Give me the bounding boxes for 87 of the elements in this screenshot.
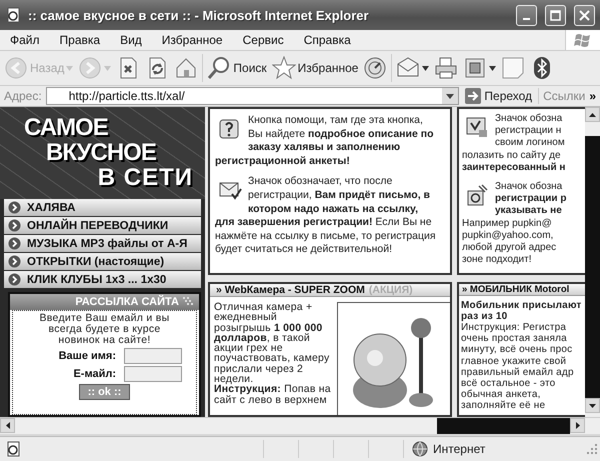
logo-text: ВКУСНОЕ [46,140,156,165]
panel-title: » WebКамера - SUPER ZOOM [216,284,365,296]
info-text: Значок обозна регистрации н своим логином [495,113,565,150]
info-text: Значок обозначает, что после регистрации, Вам придёт письмо, в котором надо нажать на ссылку, [248,175,430,216]
page-icon [6,441,22,457]
caret-right-icon [576,422,580,429]
more-links-button[interactable]: » [589,89,600,103]
caret-left-icon [6,422,10,429]
arrow-bullet-icon [8,201,21,214]
panel-text: Мобильник присылают раз из 10 Инструкция: Регистра очень простая заняла минуту, всё очень прос главное укажите свой правильный емайл адр всё остальное - это обычная анкета, заполняйте её не [461,300,582,411]
menu-item[interactable]: Вид [114,33,148,47]
minimize-icon [523,18,530,20]
arrow-right-icon [465,88,482,104]
note-icon [501,56,526,80]
scroll-up-button[interactable] [585,107,600,122]
logo-text: В СЕТИ [98,165,193,190]
caret-icon [66,66,74,70]
newsletter-title: РАССЫЛКА САЙТА [75,296,179,308]
menu-item[interactable]: Правка [54,33,106,47]
close-icon [579,10,590,20]
search-icon [207,56,232,80]
nav-link[interactable]: ХАЛЯВА [4,199,201,216]
minimize-button[interactable] [516,4,537,26]
input-field[interactable] [124,348,182,364]
panel-title: » МОБИЛЬНИК Motorol [462,284,570,296]
close-button[interactable] [574,4,595,26]
menu-item[interactable]: Избранное [156,33,229,47]
checkbox-icon [465,115,489,139]
info-text: для завершения регистрации! Если Вы не нажмёте на ссылку в письме, то регистрация будет считаться не действительной! [215,216,436,257]
field-label: Ваше имя: [58,350,116,362]
maximize-button[interactable] [545,4,566,26]
caret-icon [489,66,496,70]
newsletter-text: Введите Ваш емайл и вы всегда будете в курсе новинок на сайте! [38,313,170,346]
back-icon [4,56,28,80]
nav-link[interactable]: МУЗЫКА MP3 файлы от А-Я [4,235,201,252]
caret-icon [104,66,112,70]
info-text: регистрационной анкеты! [215,154,350,168]
menu-item[interactable]: Файл [4,33,46,47]
nav-link[interactable]: ОНЛАЙН ПЕРЕВОДЧИКИ [4,217,201,234]
nav-link[interactable]: КЛИК КЛУБЫ 1х3 ... 1х30 [4,271,201,288]
flag-logo-icon [574,32,592,48]
search-button[interactable]: Поиск [205,53,269,83]
arrow-bullet-icon [8,219,21,232]
nav-link[interactable]: ОТКРЫТКИ (настоящие) [4,253,201,270]
scroll-right-button[interactable] [570,418,585,433]
arrow-bullet-icon [8,273,21,286]
arrow-bullet-icon [8,255,21,268]
go-button[interactable]: Переход [463,88,540,104]
info-text: полазить по сайту де заинтересованный н [462,150,566,174]
printer-icon [434,56,458,80]
logo-text: САМОЕ [24,115,108,140]
window-title: :: самое вкусное в сети :: - Microsoft Internet Explorer [28,8,370,22]
favorites-button[interactable]: Избранное [270,53,360,83]
menu-item[interactable]: Справка [298,33,357,47]
resize-grip-icon [586,443,598,455]
maximize-icon [550,10,561,20]
zone-label: Интернет [433,442,486,456]
address-field[interactable]: http://particle.tts.lt/xal/ [46,87,460,105]
arrow-bullet-icon [8,237,21,250]
panel-tag: (АКЦИЯ) [368,284,413,296]
panel-text: Отличная камера + ежедневный розыгрышь 1 000 000 долларов, в такой акции грех не поучаствовать, камеру прислали через 2 недели. Инструкция: Попав на сайт с лево в верхнем [214,302,331,408]
window-icon [463,56,488,80]
input-field[interactable] [124,366,182,382]
info-text: Кнопка помощи, там где эта кнопка, Вы найдете подробное описание по заказу халявы и заполнению [248,114,434,155]
info-text: Значок обозна регистрации р указывать не [495,181,566,218]
star-icon [272,56,296,80]
dial-icon [363,56,388,80]
globe-icon [412,441,428,457]
dots-icon [183,297,195,307]
caret-icon [422,66,430,70]
address-label: Адрес: [4,89,42,103]
caret-up-icon [589,112,596,116]
home-icon [174,56,198,80]
menu-item[interactable]: Сервис [236,33,290,47]
forward-icon [78,56,102,80]
scroll-left-button[interactable] [0,418,15,433]
scroll-down-button[interactable] [585,398,600,413]
scroll-thumb[interactable] [437,418,570,434]
caret-icon [446,94,454,98]
dropdown-button[interactable] [442,88,458,104]
caret-down-icon [589,404,596,408]
info-text: Например pupkin@ pupkin@yahoo.com, любой другой адрес зоне подходит! [462,218,556,266]
horizontal-scrollbar[interactable] [0,417,600,434]
page-icon [6,7,22,23]
field-label: Е-майл: [73,368,116,380]
scroll-thumb[interactable] [585,136,600,398]
vertical-scrollbar[interactable] [585,107,600,417]
